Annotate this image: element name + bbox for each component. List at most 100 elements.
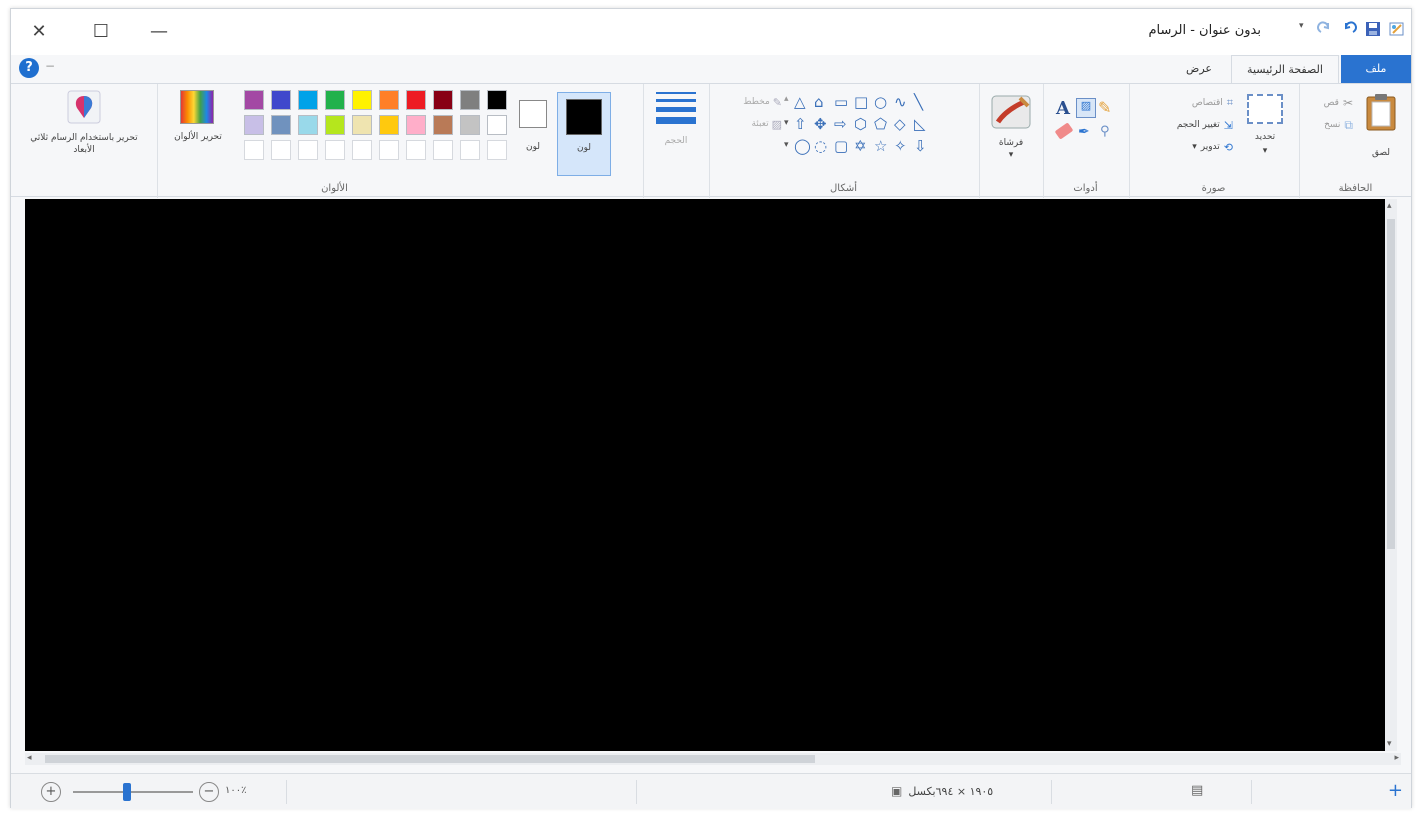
brushes-button[interactable]: فرشاة ▾ (986, 92, 1036, 172)
vertical-scroll-thumb[interactable] (1387, 219, 1395, 549)
right-arrow-shape-icon[interactable]: ⇨ (834, 116, 847, 132)
save-icon[interactable] (1365, 21, 1381, 37)
customize-qat-icon[interactable]: ▾ (1299, 21, 1309, 37)
palette-color-swatch[interactable] (271, 115, 291, 135)
help-button[interactable]: ? (19, 58, 39, 78)
palette-color-swatch[interactable] (487, 90, 507, 110)
line-shape-icon[interactable]: ╲ (914, 94, 923, 110)
palette-color-swatch[interactable] (433, 90, 453, 110)
palette-custom-swatch[interactable] (460, 140, 480, 160)
palette-color-swatch[interactable] (406, 115, 426, 135)
color1-button[interactable]: لون (557, 92, 611, 176)
zoom-slider[interactable] (73, 783, 193, 801)
shapes-gallery[interactable]: △ ⌂ ▭ □ ○ ∿ ╲ ⇧ ✥ ⇨ ⬡ ⬠ ◇ ◺ ◯ ◌ ▢ ✡ ☆ ✧ (784, 92, 974, 162)
palette-custom-swatch[interactable] (433, 140, 453, 160)
pencil-tool[interactable]: ✎ (1098, 98, 1111, 117)
palette-color-swatch[interactable] (244, 115, 264, 135)
cut-button[interactable]: ✂ قص (1307, 94, 1353, 112)
redo-icon[interactable] (1317, 21, 1333, 37)
resize-button[interactable]: ⇲ تغيير الحجم (1137, 116, 1233, 134)
scroll-down-icon[interactable]: ▾ (1387, 739, 1392, 749)
scroll-up-icon[interactable]: ▴ (1387, 201, 1392, 211)
triangle-shape-icon[interactable]: △ (794, 94, 806, 110)
palette-color-swatch[interactable] (298, 90, 318, 110)
star6-shape-icon[interactable]: ✡ (854, 138, 867, 154)
star5-shape-icon[interactable]: ☆ (874, 138, 887, 154)
undo-icon[interactable] (1341, 21, 1357, 37)
select-button[interactable]: تحديد ▾ (1241, 94, 1289, 164)
gallery-expand-icon[interactable]: ▾ (784, 140, 789, 150)
oval-shape-icon[interactable]: ○ (874, 94, 887, 110)
tab-file[interactable]: ملف (1341, 55, 1411, 83)
palette-custom-swatch[interactable] (352, 140, 372, 160)
palette-color-swatch[interactable] (298, 115, 318, 135)
gallery-scroll-down-icon[interactable]: ▾ (784, 118, 789, 128)
rect-callout-shape-icon[interactable]: ▢ (834, 138, 848, 154)
ribbon-minimize-icon[interactable]: − (45, 59, 55, 73)
vertical-scrollbar[interactable]: ▴ ▾ (1385, 199, 1397, 751)
diamond-shape-icon[interactable]: ◇ (894, 116, 906, 132)
palette-custom-swatch[interactable] (244, 140, 264, 160)
cloud-callout-shape-icon[interactable]: ◯ (794, 138, 811, 154)
drawing-canvas[interactable] (25, 199, 1387, 751)
rectangle-shape-icon[interactable]: □ (854, 94, 868, 110)
polygon-shape-icon[interactable]: ⌂ (814, 94, 824, 110)
edit-with-paint3d-button[interactable]: تحرير باستخدام الرسام ثلاثي الأبعاد (21, 90, 147, 174)
palette-color-swatch[interactable] (352, 90, 372, 110)
tab-home[interactable]: الصفحة الرئيسية (1231, 55, 1339, 83)
star4-shape-icon[interactable]: ✧ (894, 138, 907, 154)
text-tool[interactable]: A (1056, 98, 1070, 119)
hexagon-shape-icon[interactable]: ⬡ (854, 116, 867, 132)
zoom-out-button[interactable]: − (199, 782, 219, 802)
zoom-slider-thumb[interactable] (123, 783, 131, 801)
palette-custom-swatch[interactable] (325, 140, 345, 160)
minimize-button[interactable]: — (145, 19, 173, 43)
palette-custom-swatch[interactable] (487, 140, 507, 160)
color-picker-tool[interactable]: ✒ (1078, 124, 1090, 140)
right-triangle-shape-icon[interactable]: ◺ (914, 116, 926, 132)
size-button[interactable]: الحجم (654, 92, 698, 162)
palette-custom-swatch[interactable] (298, 140, 318, 160)
zoom-in-button[interactable]: + (41, 782, 61, 802)
palette-custom-swatch[interactable] (406, 140, 426, 160)
close-button[interactable]: ✕ (25, 19, 53, 43)
palette-color-swatch[interactable] (325, 115, 345, 135)
palette-color-swatch[interactable] (433, 115, 453, 135)
palette-color-swatch[interactable] (460, 115, 480, 135)
horizontal-scroll-thumb[interactable] (45, 755, 815, 763)
palette-color-swatch[interactable] (379, 115, 399, 135)
eraser-tool[interactable] (1054, 122, 1074, 140)
magnifier-tool[interactable]: ⚲ (1100, 124, 1110, 139)
four-arrow-shape-icon[interactable]: ✥ (814, 116, 827, 132)
palette-color-swatch[interactable] (271, 90, 291, 110)
outline-button[interactable]: ✎ مخطط (716, 94, 782, 110)
rotate-button[interactable]: ⟲ تدوير ▾ (1137, 138, 1233, 156)
palette-color-swatch[interactable] (379, 90, 399, 110)
down-arrow-shape-icon[interactable]: ⇩ (914, 138, 927, 154)
scroll-left-icon[interactable]: ◂ (27, 753, 32, 763)
palette-custom-swatch[interactable] (271, 140, 291, 160)
scroll-right-icon[interactable]: ▸ (1394, 753, 1399, 763)
curve-shape-icon[interactable]: ∿ (894, 94, 907, 110)
tab-view[interactable]: عرض (1169, 55, 1229, 83)
up-arrow-shape-icon[interactable]: ⇧ (794, 116, 807, 132)
palette-color-swatch[interactable] (325, 90, 345, 110)
copy-button[interactable]: ⧉ نسخ (1307, 116, 1353, 134)
palette-color-swatch[interactable] (406, 90, 426, 110)
palette-custom-swatch[interactable] (379, 140, 399, 160)
palette-color-swatch[interactable] (487, 115, 507, 135)
fill-tool[interactable]: ▨ (1076, 98, 1096, 118)
horizontal-scrollbar[interactable]: ◂ ▸ (25, 753, 1401, 765)
rounded-rect-shape-icon[interactable]: ▭ (834, 94, 848, 110)
color2-button[interactable]: لون (513, 98, 553, 168)
fill-button[interactable]: ▨ تعبئة (716, 116, 782, 132)
maximize-button[interactable]: ☐ (87, 19, 115, 43)
pentagon-shape-icon[interactable]: ⬠ (874, 116, 887, 132)
gallery-scroll-up-icon[interactable]: ▴ (784, 94, 789, 104)
oval-callout-shape-icon[interactable]: ◌ (814, 138, 827, 154)
crop-button[interactable]: ⌗ اقتصاص (1137, 94, 1233, 112)
edit-colors-button[interactable]: تحرير الألوان (166, 90, 230, 174)
palette-color-swatch[interactable] (352, 115, 372, 135)
paste-button[interactable]: لصق (1361, 92, 1401, 168)
palette-color-swatch[interactable] (244, 90, 264, 110)
